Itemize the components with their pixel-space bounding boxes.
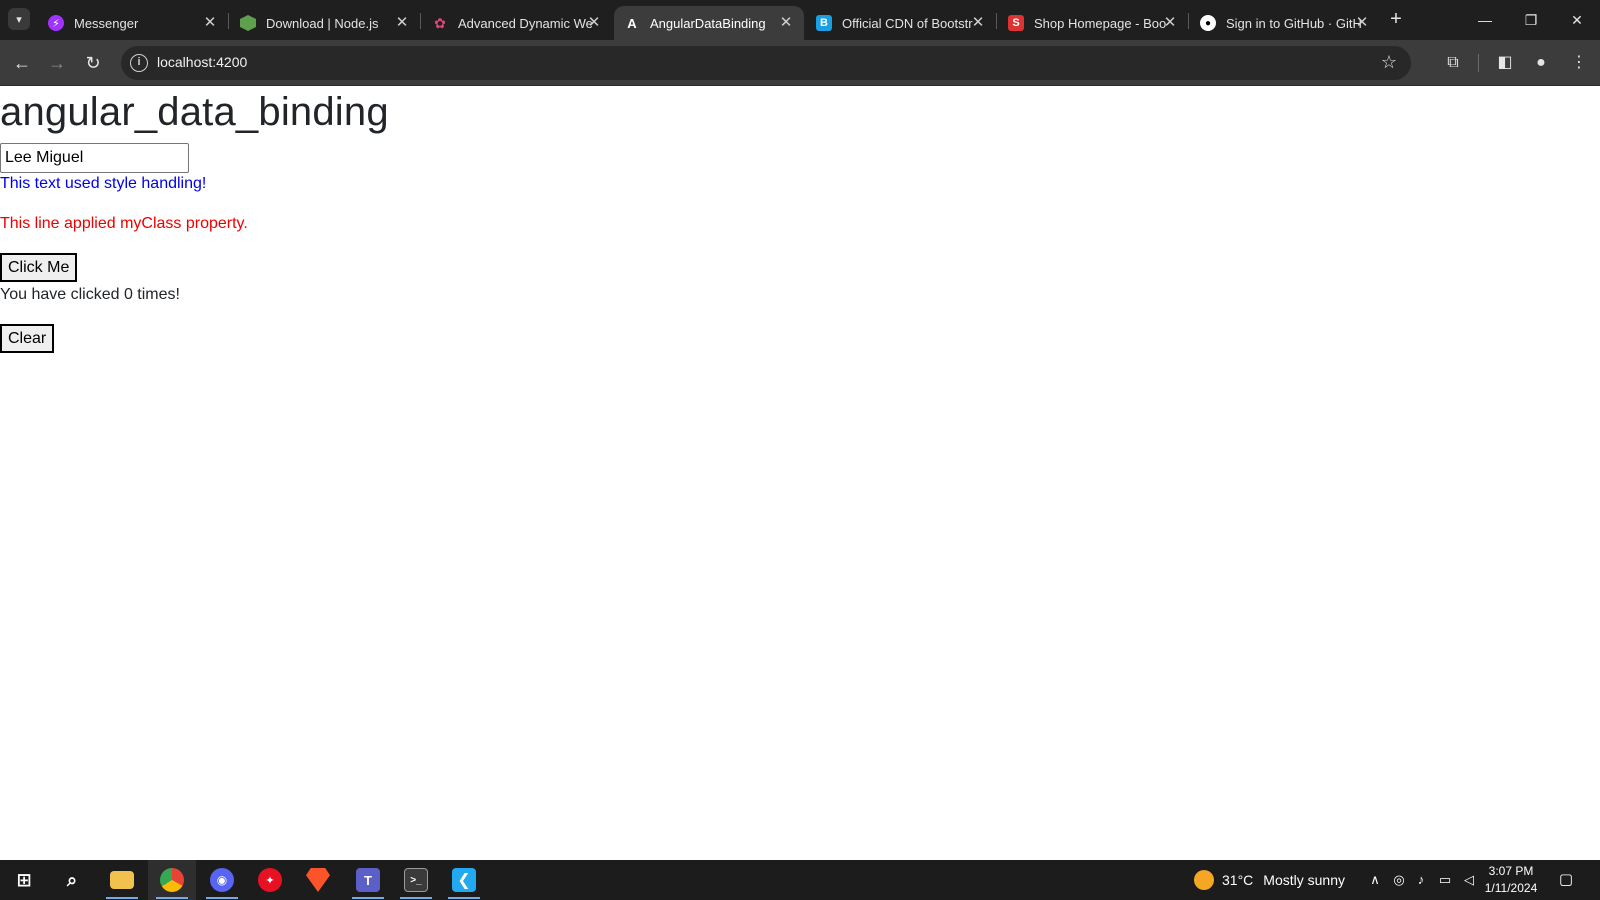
- tab-title: AngularDataBinding: [650, 15, 766, 31]
- clear-button[interactable]: Clear: [0, 324, 55, 353]
- click-me-button[interactable]: Click Me: [0, 253, 78, 282]
- bookmark-star-icon[interactable]: ☆: [1381, 52, 1397, 73]
- network-icon[interactable]: ▭: [1436, 871, 1454, 889]
- startbootstrap-icon: S: [1008, 15, 1024, 31]
- extensions-puzzle-icon[interactable]: ⧉: [1440, 50, 1466, 76]
- tab-title: Messenger: [74, 15, 139, 31]
- search-button[interactable]: ⌕: [48, 860, 96, 900]
- tab-title: Official CDN of Bootstr: [842, 15, 973, 31]
- taskbar-discord[interactable]: ◉: [198, 860, 246, 900]
- menu-kebab-icon[interactable]: ⋮: [1566, 50, 1592, 76]
- class-binding-text: This line applied myClass property.: [0, 215, 248, 232]
- taskbar-file-explorer[interactable]: [98, 860, 146, 900]
- tab-title: Shop Homepage - Boo: [1034, 15, 1167, 31]
- sun-weather-icon: [1194, 870, 1214, 890]
- taskbar-red-app[interactable]: ✦: [246, 860, 294, 900]
- tab-angular-data-binding[interactable]: A AngularDataBinding ✕: [614, 6, 804, 40]
- show-hidden-icons-chevron-icon[interactable]: ∧: [1366, 871, 1384, 889]
- page-icon: ✿: [434, 14, 446, 31]
- taskbar-chrome[interactable]: [148, 860, 196, 900]
- close-icon[interactable]: ✕: [778, 15, 794, 31]
- tab-search-chevron-icon[interactable]: ▾: [8, 8, 30, 30]
- page-title: angular_data_binding: [0, 90, 389, 134]
- tab-nodejs[interactable]: Download | Node.js ✕: [230, 6, 420, 40]
- taskbar-brave[interactable]: [294, 860, 342, 900]
- side-panel-icon[interactable]: ◧: [1492, 50, 1518, 76]
- vscode-icon: ❮: [452, 868, 476, 892]
- clock-time: 3:07 PM: [1488, 864, 1534, 878]
- tab-messenger[interactable]: ⚡ Messenger ✕: [38, 6, 228, 40]
- weather-description: Mostly sunny: [1263, 872, 1345, 888]
- chrome-icon: [160, 868, 184, 892]
- close-icon[interactable]: ✕: [394, 15, 410, 31]
- messenger-icon: ⚡: [48, 15, 64, 31]
- clock-date: 1/11/2024: [1484, 881, 1538, 895]
- terminal-icon: >_: [404, 868, 428, 892]
- minimize-icon[interactable]: —: [1462, 6, 1508, 34]
- weather-temp: 31°C: [1222, 872, 1254, 888]
- file-explorer-icon: [110, 871, 134, 889]
- style-binding-text: This text used style handling!: [0, 175, 207, 192]
- tab-github[interactable]: ● Sign in to GitHub · GitH ✕: [1190, 6, 1380, 40]
- search-icon: ⌕: [66, 869, 78, 890]
- forward-arrow-icon[interactable]: →: [43, 49, 71, 77]
- restore-icon[interactable]: ❐: [1508, 6, 1554, 34]
- close-icon[interactable]: ✕: [1354, 15, 1370, 31]
- close-icon[interactable]: ✕: [970, 15, 986, 31]
- brave-icon: [306, 868, 330, 892]
- tab-shop-homepage[interactable]: S Shop Homepage - Boo ✕: [998, 6, 1188, 40]
- windows-taskbar: ⊞ ⌕ ◉ ✦ T >_ ❮ 31°C Mostly sunny ∧ ◎ ♪ ▭…: [0, 860, 1600, 900]
- tab-title: Sign in to GitHub · GitH: [1226, 15, 1362, 31]
- app-red-icon: ✦: [258, 868, 282, 892]
- url-text[interactable]: localhost:4200: [157, 54, 247, 70]
- toolbar-divider: [1478, 54, 1479, 72]
- address-bar[interactable]: i localhost:4200 ☆: [121, 46, 1411, 80]
- tab-divider: [228, 13, 229, 29]
- github-icon: ●: [1200, 15, 1216, 31]
- notification-icon[interactable]: ▢: [1557, 871, 1575, 889]
- nodejs-icon: [240, 15, 256, 31]
- back-arrow-icon[interactable]: ←: [8, 49, 36, 77]
- reload-icon[interactable]: ↻: [79, 49, 107, 77]
- new-tab-button[interactable]: +: [1384, 8, 1408, 32]
- tab-title: Download | Node.js: [266, 15, 379, 31]
- microphone-icon[interactable]: ♪: [1412, 871, 1430, 889]
- discord-icon: ◉: [210, 868, 234, 892]
- name-input[interactable]: [0, 143, 189, 173]
- page-content: angular_data_binding This text used styl…: [0, 86, 1600, 860]
- tab-bootstrap-cdn[interactable]: B Official CDN of Bootstr ✕: [806, 6, 996, 40]
- taskbar-terminal[interactable]: >_: [392, 860, 440, 900]
- camera-icon[interactable]: ◎: [1390, 871, 1408, 889]
- tab-divider: [1188, 13, 1189, 29]
- system-clock[interactable]: 3:07 PM 1/11/2024: [1476, 863, 1546, 897]
- tab-title: Advanced Dynamic We: [458, 15, 593, 31]
- taskbar-teams[interactable]: T: [344, 860, 392, 900]
- tab-divider: [996, 13, 997, 29]
- angular-icon: A: [627, 15, 637, 31]
- start-button[interactable]: ⊞: [0, 860, 48, 900]
- tab-advanced-dynamic[interactable]: ✿ Advanced Dynamic We ✕: [422, 6, 612, 40]
- close-window-icon[interactable]: ✕: [1554, 6, 1600, 34]
- click-count-text: You have clicked 0 times!: [0, 286, 180, 303]
- weather-widget[interactable]: 31°C Mostly sunny: [1194, 860, 1345, 900]
- site-info-icon[interactable]: i: [130, 54, 148, 72]
- windows-logo-icon: ⊞: [16, 869, 32, 890]
- browser-tab-strip: ▾ ⚡ Messenger ✕ Download | Node.js ✕ ✿ A…: [0, 0, 1600, 40]
- tab-divider: [420, 13, 421, 29]
- close-icon[interactable]: ✕: [202, 15, 218, 31]
- bootstrap-icon: B: [816, 15, 832, 31]
- close-icon[interactable]: ✕: [586, 15, 602, 31]
- profile-avatar-icon[interactable]: ●: [1528, 50, 1554, 76]
- taskbar-vscode[interactable]: ❮: [440, 860, 488, 900]
- close-icon[interactable]: ✕: [1162, 15, 1178, 31]
- teams-icon: T: [356, 868, 380, 892]
- browser-toolbar: ← → ↻ i localhost:4200 ☆ ⧉ ◧ ● ⋮: [0, 40, 1600, 86]
